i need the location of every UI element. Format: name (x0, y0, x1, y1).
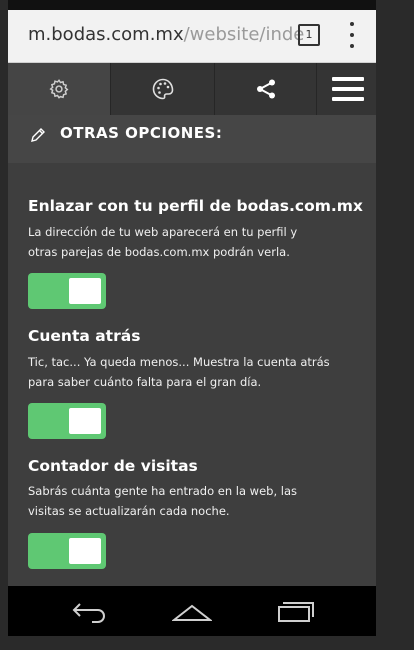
toggle-knob (69, 408, 101, 434)
section-header: OTRAS OPCIONES: (8, 115, 376, 163)
option-desc-countdown: Tic, tac... Ya queda menos... Muestra la… (28, 355, 330, 389)
option-title-countdown: Cuenta atrás (28, 327, 141, 345)
status-bar (8, 0, 376, 10)
home-icon[interactable] (172, 598, 212, 624)
tab-switcher-button[interactable]: 1 (298, 24, 320, 46)
phone-screen: m.bodas.com.mx/website/inde 1 OTRAS OPCI… (8, 0, 376, 636)
option-title-link-profile: Enlazar con tu perfil de bodas.com.mx (28, 197, 363, 215)
url-field[interactable]: m.bodas.com.mx/website/inde (28, 24, 304, 45)
palette-icon (152, 78, 173, 100)
design-tab[interactable] (111, 63, 215, 115)
section-title: OTRAS OPCIONES: (60, 124, 223, 142)
recents-icon[interactable] (276, 598, 316, 624)
toggle-link-profile[interactable] (28, 273, 106, 309)
url-host: m.bodas.com.mx (28, 24, 184, 45)
screen: m.bodas.com.mx/website/inde 1 OTRAS OPCI… (0, 0, 414, 650)
share-tab[interactable] (215, 63, 317, 115)
hamburger-menu-icon (332, 77, 364, 101)
browser-address-bar: m.bodas.com.mx/website/inde 1 (8, 10, 376, 63)
option-desc-visit-counter: Sabrás cuánta gente ha entrado en la web… (28, 484, 298, 518)
overflow-menu-icon[interactable] (344, 22, 360, 48)
toggle-countdown[interactable] (28, 403, 106, 439)
android-nav-bar (8, 586, 376, 636)
toggle-visit-counter[interactable] (28, 533, 106, 569)
toggle-knob (69, 278, 101, 304)
option-title-visit-counter: Contador de visitas (28, 457, 198, 475)
back-icon[interactable] (70, 598, 108, 624)
editor-toolbar (8, 63, 376, 115)
toggle-knob (69, 538, 101, 564)
settings-tab[interactable] (8, 63, 111, 115)
pencil-icon (31, 128, 45, 142)
url-path: /website/inde (183, 24, 305, 45)
options-panel: Enlazar con tu perfil de bodas.com.mx La… (8, 163, 376, 586)
share-icon (256, 79, 275, 99)
option-desc-link-profile: La dirección de tu web aparecerá en tu p… (28, 225, 298, 259)
gear-icon (49, 79, 69, 99)
menu-tab[interactable] (317, 63, 376, 115)
